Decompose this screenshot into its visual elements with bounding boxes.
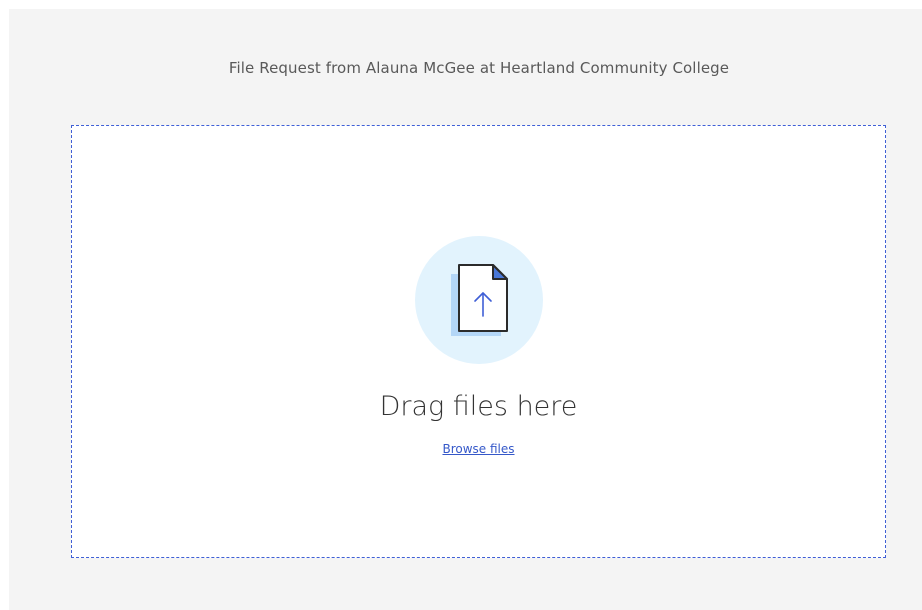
drag-files-prompt: Drag files here xyxy=(379,391,578,422)
file-dropzone[interactable]: Drag files here Browse files xyxy=(71,125,886,558)
file-upload-icon xyxy=(415,236,543,364)
request-title: File Request from Alauna McGee at Heartl… xyxy=(228,59,730,77)
browse-files-link[interactable]: Browse files xyxy=(442,442,514,456)
browse-files-container: Browse files xyxy=(72,442,885,456)
file-request-page: File Request from Alauna McGee at Heartl… xyxy=(9,9,922,610)
